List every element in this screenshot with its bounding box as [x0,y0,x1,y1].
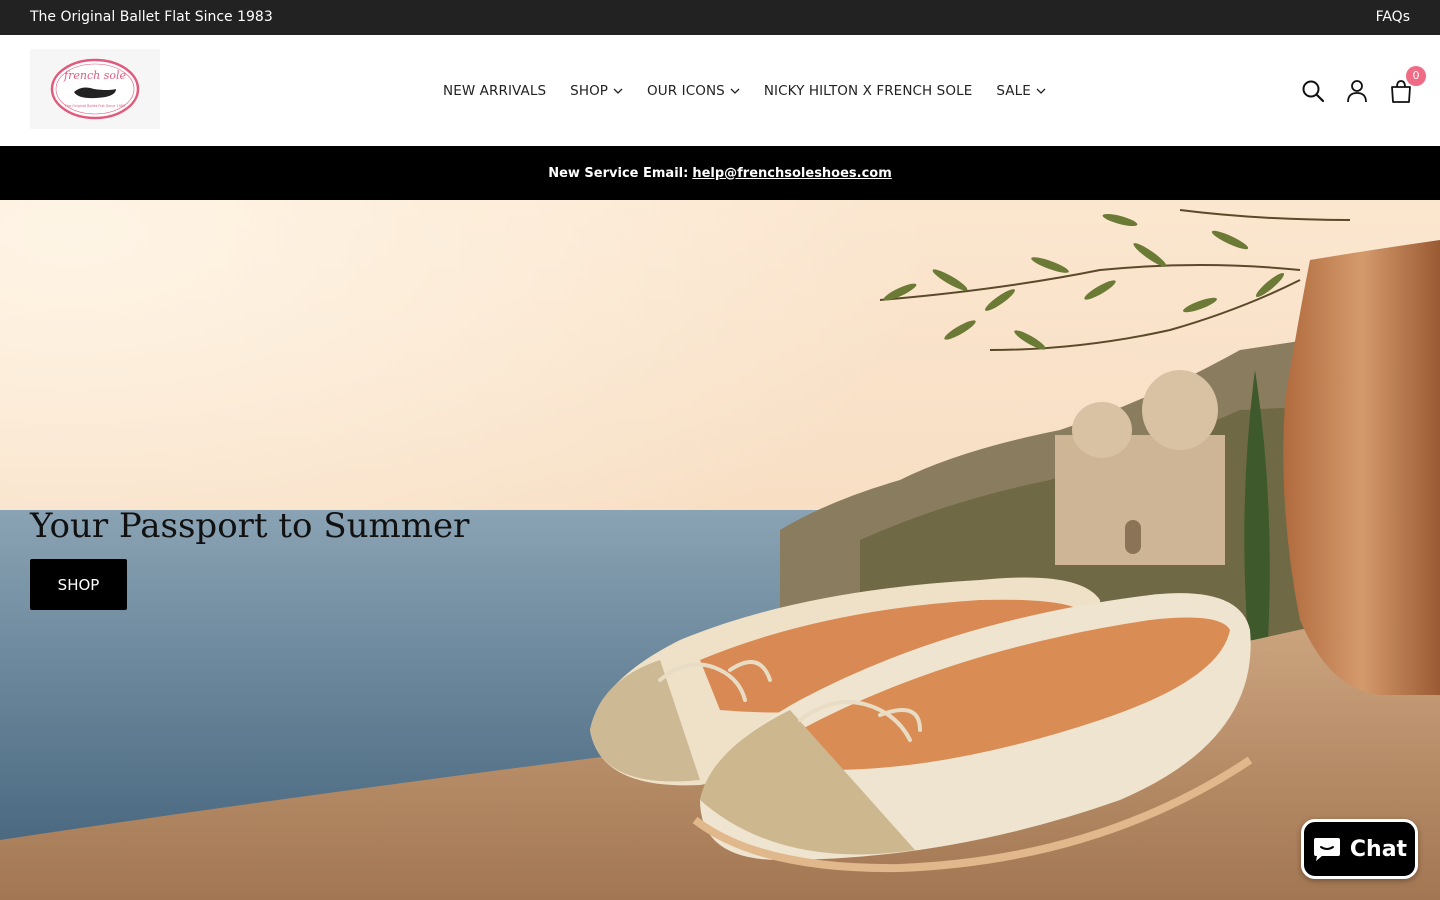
nav-sale[interactable]: SALE [996,83,1046,99]
hero-shop-button[interactable]: SHOP [30,559,127,610]
hero-image [0,200,1440,900]
chat-widget-button[interactable]: Chat [1301,819,1418,879]
nav-label: NICKY HILTON X FRENCH SOLE [763,82,973,99]
site-header: french sole The Original Ballet Flat Sin… [0,35,1440,146]
search-icon[interactable] [1300,78,1326,104]
cart-count-badge: 0 [1406,65,1426,86]
svg-text:french sole: french sole [63,69,126,82]
nav-label: OUR ICONS [647,82,725,99]
main-nav: NEW ARRIVALS SHOP OUR ICONS NICKY HILTON… [443,35,1070,146]
tagline: The Original Ballet Flat Since 1983 [30,9,273,25]
service-email-link[interactable]: help@frenchsoleshoes.com [692,166,891,181]
announcement-bar: The Original Ballet Flat Since 1983 FAQs [0,0,1440,35]
header-icons: 0 [1282,35,1426,146]
account-icon[interactable] [1344,78,1370,104]
nav-new-arrivals[interactable]: NEW ARRIVALS [443,83,546,99]
chevron-down-icon [613,88,623,94]
chevron-down-icon [730,88,740,94]
nav-label: SHOP [570,82,609,99]
chat-label: Chat [1349,836,1408,862]
hero-title: Your Passport to Summer [30,506,470,546]
hero-banner: Your Passport to Summer SHOP [0,200,1440,900]
nav-label: SALE [996,82,1031,99]
nav-our-icons[interactable]: OUR ICONS [647,83,740,99]
chat-bubble-icon [1313,838,1340,861]
chevron-down-icon [1036,88,1046,94]
svg-text:The Original Ballet Flat Since: The Original Ballet Flat Since 1983 [64,104,126,108]
brand-logo[interactable]: french sole The Original Ballet Flat Sin… [30,49,160,129]
cart-icon[interactable]: 0 [1388,65,1426,104]
service-label: New Service Email: [548,165,689,181]
nav-nicky-hilton[interactable]: NICKY HILTON X FRENCH SOLE [764,83,973,99]
faqs-link[interactable]: FAQs [1376,9,1410,25]
service-bar: New Service Email: help@frenchsoleshoes.… [0,146,1440,200]
nav-shop[interactable]: SHOP [570,83,623,99]
nav-label: NEW ARRIVALS [443,82,547,99]
